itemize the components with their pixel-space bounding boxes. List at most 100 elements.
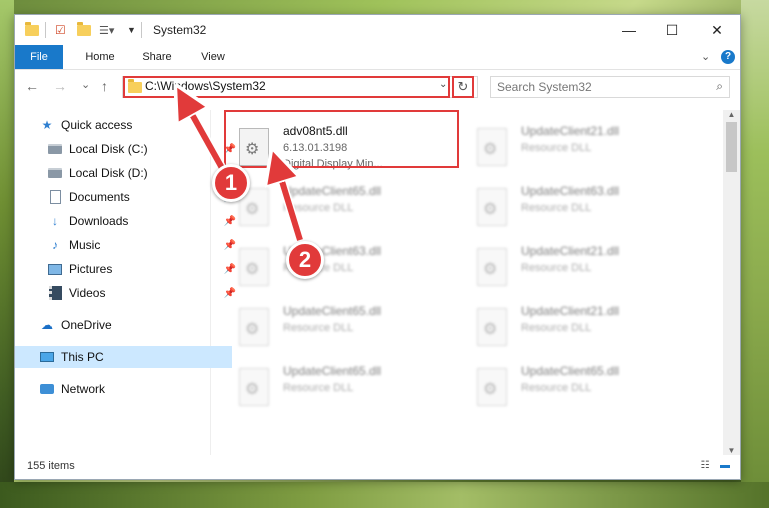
maximize-button[interactable]: ☐	[649, 15, 695, 45]
document-icon	[47, 189, 63, 205]
chevron-down-icon[interactable]: ▼	[127, 22, 136, 38]
sidebar-item-quick-access[interactable]: ★ Quick access	[15, 114, 232, 136]
file-item[interactable]: UpdateClient21.dll Resource DLL	[449, 300, 679, 354]
navigation-bar: ← → ⌄ ↑ C:\Windows\System32 ⌄ ↻ Search S…	[15, 70, 740, 104]
properties-icon[interactable]: ☑	[55, 22, 66, 38]
file-name: UpdateClient63.dll	[521, 184, 620, 198]
music-icon: ♪	[52, 238, 58, 252]
scroll-up-icon[interactable]: ▲	[723, 110, 740, 119]
file-type: Resource DLL	[521, 322, 592, 334]
search-input[interactable]: Search System32	[497, 80, 592, 94]
dll-file-icon	[239, 248, 269, 286]
sidebar-item-music[interactable]: ♪ Music 📌	[15, 234, 240, 256]
scrollbar-thumb[interactable]	[726, 122, 737, 172]
dll-file-icon	[239, 308, 269, 346]
desktop-background-left	[0, 0, 14, 508]
sidebar-item-label: Local Disk (C:)	[69, 142, 148, 156]
desktop-background-bottom	[0, 482, 769, 508]
sidebar-item-label: Videos	[69, 286, 106, 300]
title-bar: ☑ ☰▾ ▼ System32 — ☐ ✕	[15, 15, 740, 45]
videos-icon	[47, 285, 63, 301]
file-name: UpdateClient65.dll	[283, 364, 382, 378]
desktop-background-right	[741, 0, 769, 508]
file-type: Resource DLL	[521, 142, 592, 154]
sidebar-item-downloads[interactable]: ↓ Downloads 📌	[15, 210, 240, 232]
file-type: Resource DLL	[521, 202, 592, 214]
up-button[interactable]: ↑	[101, 78, 108, 94]
title-separator	[141, 22, 142, 38]
file-name: UpdateClient21.dll	[521, 304, 620, 318]
file-description: Digital Display Min...	[283, 158, 383, 170]
help-icon-wrap: ?	[721, 50, 735, 64]
sidebar-item-pictures[interactable]: Pictures 📌	[15, 258, 240, 280]
minimize-button[interactable]: —	[606, 15, 652, 45]
new-folder-icon[interactable]	[77, 21, 91, 38]
file-item[interactable]: UpdateClient65.dll Resource DLL	[211, 300, 441, 354]
sidebar-item-this-pc[interactable]: This PC	[15, 346, 232, 368]
step-badge-1: 1	[212, 164, 250, 202]
ribbon-collapse-icon[interactable]: ⌄	[701, 50, 710, 63]
refresh-icon: ↻	[457, 79, 469, 94]
folder-icon	[128, 79, 142, 93]
search-box[interactable]: Search System32 ⌕	[490, 76, 730, 98]
file-item[interactable]: UpdateClient21.dll Resource DLL	[449, 240, 679, 294]
sidebar-item-network[interactable]: Network	[15, 378, 232, 400]
status-bar: 155 items ☷ ▬	[15, 455, 740, 479]
vertical-scrollbar[interactable]: ▲ ▼	[723, 110, 740, 455]
refresh-button[interactable]: ↻	[452, 76, 474, 98]
sidebar-item-local-disk-d[interactable]: Local Disk (D:) 📌	[15, 162, 240, 184]
dll-file-icon	[239, 368, 269, 406]
tab-view[interactable]: View	[191, 45, 235, 69]
back-button[interactable]: ←	[25, 78, 39, 94]
folder-icon	[25, 21, 39, 38]
forward-button[interactable]: →	[53, 78, 67, 94]
ribbon-tabs: File Home Share View ⌄ ?	[15, 45, 740, 70]
help-icon[interactable]: ?	[721, 50, 735, 64]
sidebar-item-label: Network	[61, 382, 106, 396]
window-title: System32	[153, 23, 207, 37]
sidebar-item-label: Downloads	[69, 214, 129, 228]
dll-file-icon	[477, 128, 507, 166]
close-button[interactable]: ✕	[694, 15, 740, 45]
file-item[interactable]: UpdateClient63.dll Resource DLL	[449, 180, 679, 234]
tab-file[interactable]: File	[15, 45, 63, 69]
drive-icon	[47, 165, 63, 181]
sidebar-item-label: Documents	[69, 190, 130, 204]
recent-locations-button[interactable]: ⌄	[81, 78, 90, 91]
large-icons-view-icon[interactable]: ▬	[717, 459, 733, 473]
file-type: Resource DLL	[283, 322, 354, 334]
tab-home[interactable]: Home	[75, 45, 125, 69]
sidebar-item-videos[interactable]: Videos 📌	[15, 282, 240, 304]
file-item[interactable]: UpdateClient65.dll Resource DLL	[211, 360, 441, 414]
scroll-down-icon[interactable]: ▼	[723, 446, 740, 455]
file-name: UpdateClient65.dll	[283, 304, 382, 318]
download-icon: ↓	[52, 214, 58, 228]
file-item[interactable]: UpdateClient63.dll Resource DLL	[211, 240, 441, 294]
sidebar-item-local-disk-c[interactable]: Local Disk (C:) 📌	[15, 138, 240, 160]
file-type: Resource DLL	[521, 382, 592, 394]
sidebar-item-onedrive[interactable]: ☁ OneDrive	[15, 314, 232, 336]
drive-icon	[47, 141, 63, 157]
sidebar-item-label: OneDrive	[61, 318, 112, 332]
pictures-icon	[47, 261, 63, 277]
file-type: Resource DLL	[521, 262, 592, 274]
file-name: UpdateClient21.dll	[521, 244, 620, 258]
address-dropdown-icon[interactable]: ⌄	[439, 79, 447, 90]
file-item-adv08nt5[interactable]: adv08nt5.dll 6.13.01.3198 Digital Displa…	[211, 120, 441, 174]
tab-share[interactable]: Share	[135, 45, 179, 69]
file-item[interactable]: UpdateClient65.dll Resource DLL	[449, 360, 679, 414]
details-view-icon[interactable]: ☷	[697, 459, 713, 473]
dll-file-icon	[477, 188, 507, 226]
sidebar-item-label: Pictures	[69, 262, 113, 276]
quick-access-separator	[45, 22, 46, 38]
network-icon	[39, 381, 55, 397]
sidebar-item-documents[interactable]: Documents 📌	[15, 186, 240, 208]
sidebar-item-label: Quick access	[61, 118, 133, 132]
search-icon[interactable]: ⌕	[716, 79, 723, 94]
file-name: UpdateClient65.dll	[283, 184, 382, 198]
navigation-pane: ★ Quick access Local Disk (C:) 📌 Local D…	[15, 110, 236, 455]
step-badge-2: 2	[286, 241, 324, 279]
customize-toolbar-icon[interactable]: ☰▾	[99, 22, 114, 38]
file-item[interactable]: UpdateClient21.dll Resource DLL	[449, 120, 679, 174]
address-path[interactable]: C:\Windows\System32	[145, 79, 266, 93]
